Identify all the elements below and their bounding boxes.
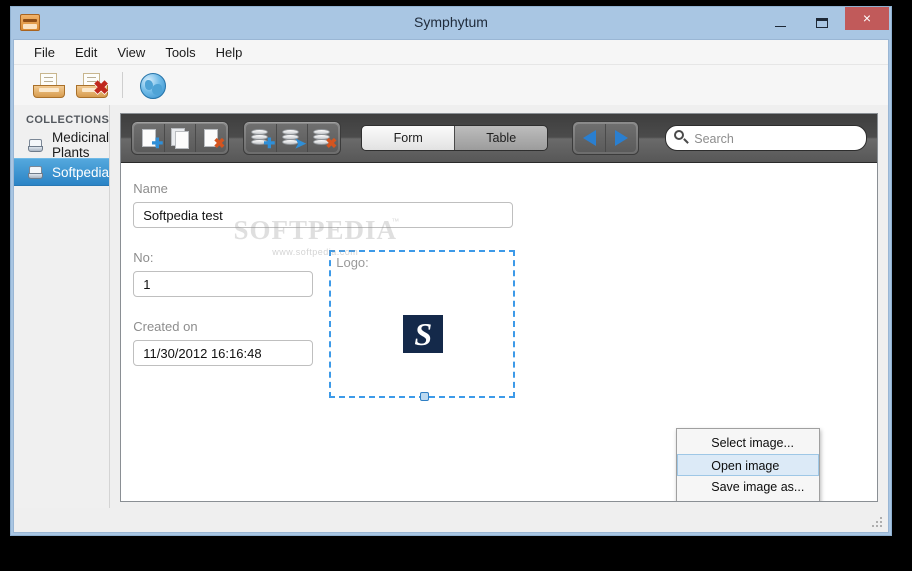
menu-item-help[interactable]: Help [206, 42, 253, 63]
name-field[interactable]: Softpedia test [133, 202, 514, 228]
collections-header: COLLECTIONS [26, 114, 110, 126]
maximize-icon [816, 17, 828, 28]
context-menu-item-open-image[interactable]: Open image [677, 454, 820, 476]
close-icon: × [862, 10, 872, 26]
delete-record-button[interactable]: ✖ [196, 124, 227, 152]
tab-form[interactable]: Form [362, 126, 456, 150]
form-row: No: 1 Created on 11/30/2012 16:16:48 Log… [133, 250, 877, 401]
sidebar-item-softpedia[interactable]: Softpedia [14, 158, 110, 186]
sidebar-item-label: Medicinal Plants [52, 130, 110, 160]
arrow-right-icon [615, 130, 629, 146]
document-copy-front-icon [175, 131, 190, 149]
duplicate-record-button[interactable] [165, 124, 197, 152]
toolbar-separator [122, 72, 123, 98]
name-field-label: Name [133, 181, 168, 196]
view-mode-switch: Form Table [361, 125, 549, 151]
globe-icon [140, 73, 166, 99]
no-field[interactable]: 1 [133, 271, 314, 297]
tray-document-icon [33, 73, 65, 98]
x-badge-icon: ✖ [325, 135, 338, 151]
new-record-button[interactable]: ✚ [134, 124, 166, 152]
maximize-button[interactable] [801, 7, 843, 31]
body-split: COLLECTIONS Medicinal Plants Softpedia ✚… [14, 105, 889, 508]
record-form: Name Softpedia test No: 1 Created on 11/… [121, 163, 877, 401]
web-sync-button[interactable] [134, 68, 172, 102]
collection-icon [28, 138, 43, 152]
next-record-button[interactable] [606, 124, 637, 152]
delete-collection-button[interactable]: ✖ [73, 68, 111, 102]
client-area: File Edit View Tools Help ✖ COLLECTIONS … [13, 39, 889, 533]
minimize-button[interactable] [759, 7, 801, 31]
menu-item-edit[interactable]: Edit [65, 42, 107, 63]
add-field-button[interactable]: ✚ [246, 124, 278, 152]
logo-field-label: Logo: [336, 255, 369, 270]
application-window: Symphytum × File Edit View Tools Help ✖ … [10, 6, 892, 536]
x-badge-icon: ✖ [213, 135, 226, 151]
menu-item-view[interactable]: View [107, 42, 155, 63]
database-button-group: ✚ ➤ ✖ [243, 121, 342, 155]
main-pane: ✚ ✖ ✚ ➤ ✖ Form Table Search Name Softped… [110, 105, 889, 508]
sidebar-item-medicinal-plants[interactable]: Medicinal Plants [14, 130, 110, 160]
arrow-badge-icon: ➤ [294, 135, 307, 151]
application-toolbar: ✖ [14, 65, 888, 106]
tab-table[interactable]: Table [455, 126, 548, 150]
menu-bar: File Edit View Tools Help [14, 40, 888, 65]
logo-drop-zone[interactable]: Logo: S [329, 250, 516, 401]
image-context-menu: Select image... Open image Save image as… [676, 428, 821, 501]
collection-icon [28, 165, 43, 179]
new-collection-button[interactable] [30, 68, 68, 102]
context-menu-item-save-image-as[interactable]: Save image as... [677, 476, 819, 498]
resize-handle[interactable] [420, 392, 430, 401]
search-box[interactable] [665, 125, 868, 152]
logo-image[interactable]: S [403, 315, 444, 353]
collections-sidebar: COLLECTIONS Medicinal Plants Softpedia [14, 105, 111, 508]
context-menu-item-delete-image[interactable]: Delete image [677, 498, 819, 501]
record-toolbar: ✚ ✖ ✚ ➤ ✖ Form Table Search [121, 114, 878, 163]
status-bar [14, 508, 888, 532]
record-navigation [572, 121, 640, 155]
form-left-column: No: 1 Created on 11/30/2012 16:16:48 [133, 250, 329, 398]
close-button[interactable]: × [845, 7, 889, 30]
created-on-field[interactable]: 11/30/2012 16:16:48 [133, 340, 314, 366]
sidebar-item-label: Softpedia [52, 164, 110, 180]
menu-item-file[interactable]: File [24, 42, 65, 63]
move-field-button[interactable]: ➤ [277, 124, 309, 152]
minimize-icon [774, 26, 786, 27]
content-card: ✚ ✖ ✚ ➤ ✖ Form Table Search Name Softped… [120, 113, 879, 502]
record-button-group: ✚ ✖ [131, 121, 230, 155]
plus-badge-icon: ✚ [263, 135, 276, 151]
previous-record-button[interactable] [575, 124, 607, 152]
arrow-left-icon [583, 130, 597, 146]
resize-grip[interactable] [872, 517, 884, 529]
search-input[interactable] [692, 126, 857, 152]
title-bar: Symphytum × [11, 7, 891, 39]
menu-item-tools[interactable]: Tools [155, 42, 205, 63]
plus-badge-icon: ✚ [151, 135, 164, 151]
tray-delete-icon: ✖ [76, 73, 109, 98]
delete-field-button[interactable]: ✖ [308, 124, 339, 152]
search-icon [674, 130, 685, 140]
context-menu-item-select-image[interactable]: Select image... [677, 432, 819, 454]
no-field-label: No: [133, 250, 154, 265]
created-on-label: Created on [133, 319, 198, 334]
